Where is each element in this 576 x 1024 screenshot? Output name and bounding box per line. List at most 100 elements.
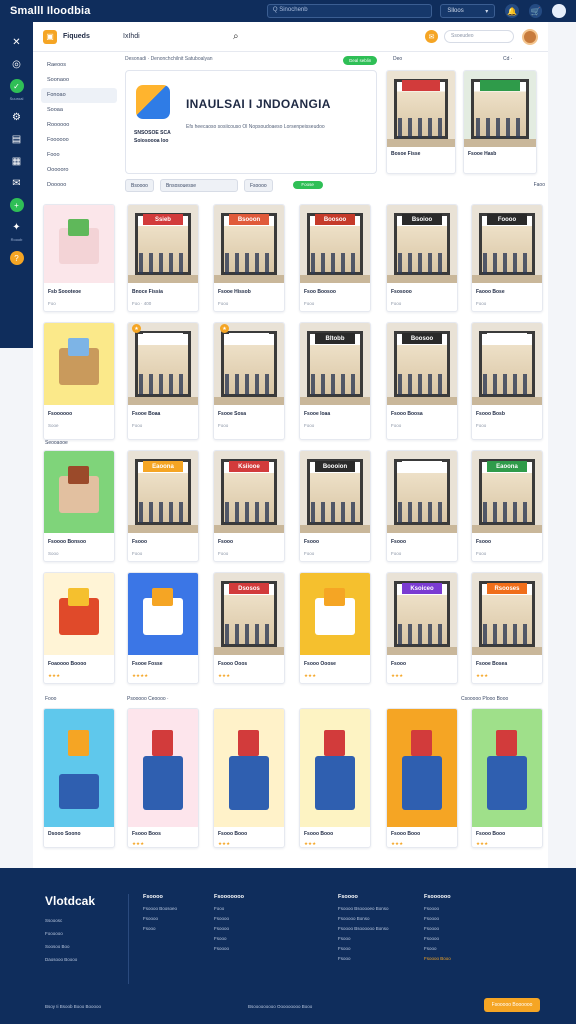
store-image: Rsooses (472, 573, 542, 655)
footer-link[interactable]: Fsooo (338, 956, 389, 961)
sidenav-item[interactable]: Roooooo (41, 118, 117, 133)
product-card[interactable]: Fsooo Booo ★★★ (299, 708, 371, 848)
filter-chip[interactable]: Fsoooo (243, 178, 273, 192)
store-image: Boosoo (387, 323, 457, 405)
featured-card[interactable]: Fsooe Hasb (463, 70, 537, 174)
tools-icon[interactable]: ✦ (10, 220, 24, 234)
product-card[interactable]: Fsooo Fooo (386, 450, 458, 562)
hero-banner[interactable]: SNSOSOE SCA Soiosoooa loo INAULSAI I JND… (125, 70, 377, 174)
footer-link[interactable]: Foooooo (45, 931, 77, 936)
grid-icon[interactable]: ▦ (10, 154, 24, 168)
chat-icon[interactable]: ✉ (425, 30, 438, 43)
product-card[interactable]: Ksiiooe Fsooo Fooo (213, 450, 285, 562)
product-card[interactable]: Fsooo Booo ★★★ (471, 708, 543, 848)
mail-icon[interactable]: ✉ (10, 176, 24, 190)
product-card[interactable]: Eaoona Fsooo Fooo (471, 450, 543, 562)
footer-link[interactable]: Fsoooo Bsooooeo Bonso (338, 906, 389, 911)
footer-link[interactable]: Ssooosc (45, 918, 77, 923)
filter-toggle[interactable]: Foose (292, 181, 323, 189)
footer-link[interactable]: Fsoooo (424, 936, 451, 941)
breadcrumb[interactable]: Desonadi · Denonchchilnit Satuboalyan (125, 56, 213, 62)
help-icon[interactable]: ? (9, 251, 24, 265)
product-card[interactable]: Bsooon Fsooe Hissob Fooo (213, 204, 285, 312)
sidenav-item[interactable]: Foooooo (41, 133, 117, 148)
footer-link[interactable]: Fsoooo Boosoeo (143, 906, 177, 911)
product-card[interactable]: Fsooo Ooose ★★★ (299, 572, 371, 684)
close-icon[interactable]: ✕ (10, 35, 24, 49)
footer-link[interactable]: Fsooo (424, 946, 451, 951)
sidenav-item[interactable]: Soonaoo (41, 73, 117, 88)
footer-legal[interactable]: Bsooooooooo Ooooooooo Booo (248, 1004, 312, 1009)
footer-link[interactable]: Fsoooo Booo (424, 956, 451, 961)
sidenav-item-active[interactable]: Fonoao (41, 88, 117, 103)
sort-label[interactable]: Faoo (534, 182, 545, 188)
sidenav-item[interactable]: Sooaa (41, 103, 117, 118)
sidebar-card[interactable]: Fsb Soooteoe Foo (43, 204, 115, 312)
check-icon[interactable]: ✓ (9, 79, 24, 93)
filter-dropdown[interactable]: Bnsosouesse (159, 178, 238, 192)
card-title: Fsooe Boaa (132, 411, 161, 417)
footer-link[interactable]: Fsooooo Bonso (338, 916, 389, 921)
product-card[interactable]: Fsooo Booo ★★★ (213, 708, 285, 848)
sidenav-item[interactable]: Raeoos (41, 58, 117, 73)
sidebar-card[interactable]: Foaoooo Boooo ★★★ (43, 572, 115, 684)
filter-chip[interactable]: Bsoooo (125, 178, 154, 192)
product-card[interactable]: Fsooo Bosb Fooo (471, 322, 543, 440)
sidebar-card[interactable]: Fsoooooo Sooe (43, 322, 115, 440)
sidebar-card[interactable]: Dsooo Soono (43, 708, 115, 848)
product-card[interactable]: Fsooe Sosa Fooo (213, 322, 285, 440)
product-card[interactable]: Ssieb Bnoce Fissia Foo · 400 (127, 204, 199, 312)
document-icon[interactable]: ▤ (10, 132, 24, 146)
product-card[interactable]: Bsoioo Fsosooo Fooo (386, 204, 458, 312)
plus-icon[interactable]: + (9, 198, 24, 212)
product-card[interactable]: Dsosos Fsooo Ooos ★★★ (213, 572, 285, 684)
search-icon[interactable]: ⌕ (233, 31, 263, 42)
footer-link[interactable]: Fsoooo (424, 906, 451, 911)
avatar[interactable] (552, 4, 567, 18)
footer-cta-button[interactable]: Fsooooo Boooooo (484, 998, 540, 1012)
top-search-input[interactable]: Q Sinochenb (266, 4, 433, 18)
product-card[interactable]: Fsooe Boaa Fooo (127, 322, 199, 440)
featured-card[interactable]: Bosoe Fisse (386, 70, 456, 174)
sidenav-item[interactable]: Fooo (41, 148, 117, 163)
gear-icon[interactable]: ⚙ (10, 110, 24, 124)
footer-link[interactable]: Soosoo Boo (45, 944, 77, 949)
top-filter-pill[interactable]: Slloos ▾ (440, 4, 496, 18)
footer-link[interactable]: Fsoooo (214, 946, 244, 951)
footer-link[interactable]: Fsooo (143, 926, 177, 931)
footer-link[interactable]: Fsooo (338, 946, 389, 951)
product-card[interactable]: Boosoo Fsooo Boosa Fooo (386, 322, 458, 440)
sidenav-item[interactable]: Oooooro (41, 163, 117, 178)
footer-link[interactable]: Fsoooo Bsoooooo Bonso (338, 926, 389, 931)
product-card[interactable]: Rsooses Fsooe Bosea ★★★ (471, 572, 543, 684)
footer-link[interactable]: Fsooo (338, 936, 389, 941)
footer-link[interactable]: Daosooo Boooo (45, 957, 77, 962)
user-avatar[interactable] (522, 28, 538, 45)
globe-icon[interactable]: ◎ (10, 57, 24, 71)
sidebar-card[interactable]: Fsoooo Bonsoo Sooo (43, 450, 115, 562)
footer-link[interactable]: Fooo (214, 906, 244, 911)
product-card[interactable]: Boosoo Fsoo Boosoo Fooo (299, 204, 371, 312)
product-card[interactable]: Bltobb Fsooe Ioaa Fooo (299, 322, 371, 440)
product-card[interactable]: Ksoiceo Fsooo ★★★ (386, 572, 458, 684)
bell-icon[interactable]: 🔔 (505, 4, 519, 18)
product-card[interactable]: Fsooo Boos ★★★ (127, 708, 199, 848)
store-sign (143, 332, 183, 345)
product-card[interactable]: Fsooe Fosse ★★★★ (127, 572, 199, 684)
header-search-input[interactable]: Ssoeudeo (444, 30, 514, 43)
product-card[interactable]: Boooion Fsooo Fooo (299, 450, 371, 562)
footer-link[interactable]: Fsoooo (424, 926, 451, 931)
footer-link[interactable]: Fsoooo (424, 916, 451, 921)
footer-link[interactable]: Fsooo (214, 936, 244, 941)
footer-link[interactable]: Fsoooo (214, 916, 244, 921)
tab-current[interactable]: IxIhdi (123, 33, 233, 40)
product-card[interactable]: Fsooo Booo ★★★ (386, 708, 458, 848)
product-card[interactable]: Eaoona Fsooo Fooo (127, 450, 199, 562)
app-title[interactable]: Smalll Iloodbia (10, 5, 253, 17)
footer-link[interactable]: Fsoooo (214, 926, 244, 931)
footer-link[interactable]: Fsoooo (143, 916, 177, 921)
product-card[interactable]: Foooo Faooo Bose Fooo (471, 204, 543, 312)
footer-brand[interactable]: Vlotdcak (45, 894, 95, 908)
cart-icon[interactable]: 🛒 (528, 4, 543, 18)
sidenav-item[interactable]: Dooooo (41, 178, 117, 193)
